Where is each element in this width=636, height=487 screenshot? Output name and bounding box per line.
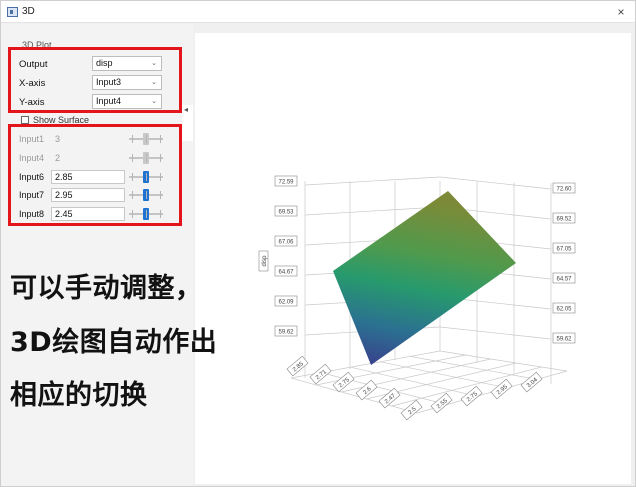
output-select[interactable]: disp ⌄ [92, 56, 162, 71]
input-row-label: Input8 [19, 209, 45, 219]
input-value-field: 2 [51, 151, 125, 165]
surface-plot[interactable]: 72.59 69.53 67.06 64.67 62.09 59.62 72.60 69.5… [195, 33, 631, 484]
z-tick-left: 72.59 [274, 175, 298, 187]
z-tick-right: 69.52 [552, 212, 576, 224]
z-tick-left: 59.62 [274, 325, 298, 337]
chevron-down-icon: ⌄ [151, 60, 157, 67]
bottom-right-tick: 3.04 [520, 371, 543, 393]
svg-text:64.67: 64.67 [278, 270, 294, 276]
slider-tick [160, 210, 161, 218]
input-slider[interactable] [129, 188, 163, 202]
z-axis-label-group: disp [258, 250, 269, 272]
input-slider [129, 132, 163, 146]
surface-mesh [333, 191, 516, 365]
svg-text:64.57: 64.57 [556, 277, 572, 283]
annotation-line-1: 可以手动调整， [10, 273, 203, 304]
annotation-line-2: 3D绘图自动作出 [10, 327, 218, 358]
svg-text:72.60: 72.60 [556, 187, 572, 193]
slider-tick [146, 154, 147, 162]
svg-text:67.06: 67.06 [278, 240, 294, 246]
z-tick-right: 64.57 [552, 272, 576, 284]
yaxis-select-value: Input4 [96, 96, 122, 106]
svg-text:59.62: 59.62 [556, 337, 572, 343]
slider-tick [132, 154, 133, 162]
z-tick-left: 62.09 [274, 295, 298, 307]
window-title: 3D [22, 6, 35, 17]
input-slider[interactable] [129, 170, 163, 184]
slider-tick [146, 135, 147, 143]
z-tick-left: 67.06 [274, 235, 298, 247]
input-value-field[interactable]: 2.45 [51, 207, 125, 221]
input-slider[interactable] [129, 207, 163, 221]
input-slider [129, 151, 163, 165]
xaxis-select-value: Input3 [96, 77, 122, 87]
z-tick-right: 67.05 [552, 242, 576, 254]
z-tick-right: 59.62 [552, 332, 576, 344]
show-surface-checkbox[interactable] [21, 116, 29, 124]
show-surface-label: Show Surface [33, 115, 90, 125]
slider-tick [160, 191, 161, 199]
input-value-field: 3 [51, 132, 125, 146]
svg-text:72.59: 72.59 [278, 180, 294, 186]
svg-text:59.62: 59.62 [278, 330, 294, 336]
z-tick-right: 62.05 [552, 302, 576, 314]
collapse-arrow-icon[interactable]: ◂ [184, 105, 188, 114]
chevron-down-icon: ⌄ [151, 98, 157, 105]
yaxis-select[interactable]: Input4 ⌄ [92, 94, 162, 109]
input-value-field[interactable]: 2.95 [51, 188, 125, 202]
plot-canvas[interactable]: 72.59 69.53 67.06 64.67 62.09 59.62 72.60 69.5… [195, 33, 631, 484]
slider-tick [146, 173, 147, 181]
svg-text:disp: disp [262, 255, 268, 267]
bottom-left-tick: 2.75 [332, 371, 355, 393]
input-row-label: Input4 [19, 153, 45, 163]
output-label: Output [19, 59, 48, 70]
input-row-label: Input1 [19, 134, 45, 144]
z-ticks-right: 72.60 69.52 67.05 64.57 62.05 59.62 [552, 182, 576, 344]
input-value-field[interactable]: 2.85 [51, 170, 125, 184]
xaxis-label: X-axis [19, 78, 46, 89]
z-ticks-left: 72.59 69.53 67.06 64.67 62.09 59.62 [274, 175, 298, 337]
svg-text:69.53: 69.53 [278, 210, 294, 216]
yaxis-label: Y-axis [19, 97, 45, 108]
z-axis-label: disp [258, 250, 269, 272]
svg-text:67.05: 67.05 [556, 247, 572, 253]
slider-tick [160, 154, 161, 162]
input-row-label: Input6 [19, 172, 45, 182]
bottom-right-ticks: 2.52.552.752.953.04 [400, 371, 543, 421]
title-bar: 3D × [1, 1, 635, 23]
app-window: 3D × 3D Plot Output disp ⌄ X-axis Input3… [0, 0, 636, 487]
slider-tick [132, 173, 133, 181]
slider-tick [160, 173, 161, 181]
xaxis-select[interactable]: Input3 ⌄ [92, 75, 162, 90]
bottom-right-tick: 2.55 [430, 392, 453, 414]
slider-tick [132, 210, 133, 218]
close-icon[interactable]: × [613, 4, 629, 20]
bottom-left-ticks: 2.852.712.752.62.47 [286, 355, 401, 409]
control-panel: 3D Plot Output disp ⌄ X-axis Input3 ⌄ Y-… [1, 24, 193, 486]
slider-tick [146, 210, 147, 218]
input-row-label: Input7 [19, 190, 45, 200]
z-tick-left: 64.67 [274, 265, 298, 277]
slider-tick [160, 135, 161, 143]
app-icon [7, 7, 18, 17]
slider-tick [146, 191, 147, 199]
z-tick-right: 72.60 [552, 182, 576, 194]
bottom-right-tick: 2.95 [490, 378, 513, 400]
bottom-left-tick: 2.71 [309, 363, 332, 385]
svg-text:62.09: 62.09 [278, 300, 294, 306]
bottom-right-tick: 2.75 [460, 385, 483, 407]
slider-tick [132, 135, 133, 143]
svg-text:62.05: 62.05 [556, 307, 572, 313]
chevron-down-icon: ⌄ [151, 79, 157, 86]
slider-tick [132, 191, 133, 199]
annotation-line-3: 相应的切换 [10, 380, 148, 411]
z-tick-left: 69.53 [274, 205, 298, 217]
svg-text:69.52: 69.52 [556, 217, 572, 223]
output-select-value: disp [96, 58, 113, 68]
